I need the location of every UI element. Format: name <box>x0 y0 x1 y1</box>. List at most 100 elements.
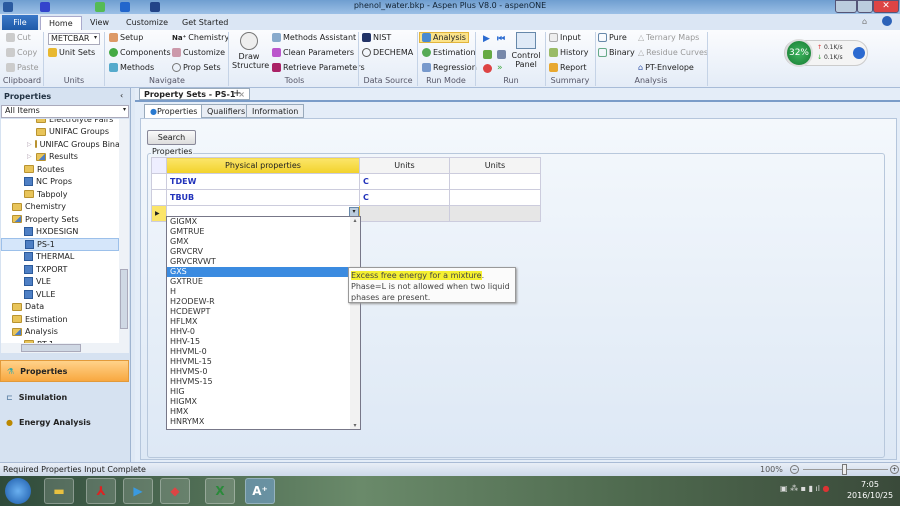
property-cell[interactable]: TBUB <box>166 189 360 206</box>
tree-item[interactable]: THERMAL <box>1 251 119 264</box>
check-status-icon[interactable] <box>483 50 492 59</box>
dropdown-option[interactable]: GMTRUE <box>167 227 360 237</box>
zoom-slider-thumb[interactable] <box>842 464 847 475</box>
tab-qualifiers[interactable]: Qualifiers <box>201 104 252 118</box>
units-cell[interactable]: C <box>359 173 450 190</box>
analysis-mode-button[interactable]: Analysis <box>419 32 469 43</box>
setup-button[interactable]: Setup <box>109 33 143 42</box>
save-icon[interactable] <box>40 2 50 12</box>
search-button[interactable]: Search <box>147 130 196 145</box>
dropdown-option[interactable]: HHVML-0 <box>167 347 360 357</box>
tree-item[interactable]: VLE <box>1 276 119 289</box>
tab-file[interactable]: File <box>2 15 38 30</box>
prop-sets-button[interactable]: Prop Sets <box>172 63 221 72</box>
dropdown-option[interactable]: HCDEWPT <box>167 307 360 317</box>
column-header-units[interactable]: Units <box>359 157 450 174</box>
next-icon[interactable] <box>150 2 160 12</box>
clock[interactable]: 7:05 2016/10/25 <box>842 479 898 501</box>
unit-sets-button[interactable]: Unit Sets <box>48 48 95 57</box>
edit-icon[interactable] <box>497 50 506 59</box>
dropdown-option[interactable]: GMX <box>167 237 360 247</box>
unit-set-select[interactable]: METCBAR ▾ <box>48 33 100 45</box>
dropdown-option[interactable]: HNRYMX <box>167 417 360 427</box>
residue-curves-button[interactable]: △ Residue Curves <box>638 48 708 57</box>
clean-parameters-button[interactable]: Clean Parameters <box>272 48 354 57</box>
add-icon[interactable] <box>853 47 865 59</box>
pdf-taskbar-icon[interactable]: ⅄ <box>86 478 116 504</box>
reconcile-icon[interactable]: » <box>497 63 503 73</box>
dropdown-option[interactable]: HIG <box>167 387 360 397</box>
start-button[interactable] <box>5 478 31 504</box>
tree-horizontal-scrollbar[interactable] <box>1 343 129 353</box>
tree-item[interactable]: ▷ Results <box>1 151 119 164</box>
tree-item[interactable]: HXDESIGN <box>1 226 119 239</box>
tree-item[interactable]: Property Sets <box>1 213 119 226</box>
run-button[interactable]: ▶ <box>483 34 490 44</box>
column-header-units-2[interactable]: Units <box>449 157 541 174</box>
dropdown-option[interactable]: HHVMS-0 <box>167 367 360 377</box>
tree-item[interactable]: Chemistry <box>1 201 119 214</box>
expander-icon[interactable]: ▷ <box>27 141 32 148</box>
aspen-taskbar-icon[interactable]: A⁺ <box>245 478 275 504</box>
dropdown-option[interactable]: HHVMS-15 <box>167 377 360 387</box>
dropdown-option[interactable]: H2ODEW-R <box>167 297 360 307</box>
filter-select[interactable]: All Items ▾ <box>1 105 129 118</box>
nist-button[interactable]: NIST <box>362 33 391 42</box>
collapse-pane-icon[interactable]: ‹ <box>120 91 123 100</box>
tab-home[interactable]: Home <box>40 16 82 30</box>
methods-button[interactable]: Methods <box>109 63 154 72</box>
dropdown-option[interactable]: HFLMX <box>167 317 360 327</box>
components-button[interactable]: Components <box>109 48 171 57</box>
explorer-taskbar-icon[interactable]: ▬ <box>44 478 74 504</box>
tray-icons[interactable]: ▣ ⁂ ▪ ▮ ıl ● <box>780 484 830 493</box>
dropdown-option[interactable]: GXS <box>167 267 360 277</box>
tree-vertical-scrollbar[interactable] <box>119 119 129 343</box>
excel-taskbar-icon[interactable]: X <box>205 478 235 504</box>
dropdown-option[interactable]: GXTRUE <box>167 277 360 287</box>
zoom-out-button[interactable]: − <box>790 465 799 474</box>
dropdown-option[interactable]: GRVCRVWT <box>167 257 360 267</box>
tree-item[interactable]: Tabpoly <box>1 188 119 201</box>
tab-information[interactable]: Information <box>246 104 305 118</box>
input-button[interactable]: Input <box>549 33 581 42</box>
nav-simulation[interactable]: ⊏ Simulation <box>0 386 129 408</box>
dropdown-option[interactable]: HHVML-15 <box>167 357 360 367</box>
tree-item[interactable]: Analysis <box>1 326 119 339</box>
table-row[interactable]: TBUB C <box>151 189 541 206</box>
estimation-mode-button[interactable]: Estimation <box>422 48 476 57</box>
dropdown-option[interactable]: GIGMX <box>167 217 360 227</box>
methods-assistant-button[interactable]: Methods Assistant <box>272 33 356 42</box>
paste-button[interactable]: Paste <box>6 63 39 72</box>
network-monitor-widget[interactable]: 32% ↑ 0.1K/s ↓ 0.1K/s <box>784 39 868 67</box>
step-button[interactable]: ⏮ <box>497 34 505 44</box>
close-button[interactable]: ✕ <box>873 0 899 13</box>
new-tab-button[interactable]: + <box>233 88 241 99</box>
table-row[interactable]: TDEW C <box>151 173 541 190</box>
tree-item[interactable]: Data <box>1 301 119 314</box>
app-taskbar-icon[interactable]: ◆ <box>160 478 190 504</box>
tab-view[interactable]: View <box>82 16 117 30</box>
dropdown-option[interactable]: HMX <box>167 407 360 417</box>
help-icon[interactable] <box>882 16 892 26</box>
tree-item[interactable]: PS-1 <box>1 238 119 251</box>
tree-item[interactable]: ▷ UNIFAC Groups Binary <box>1 138 119 151</box>
tree-item[interactable]: TXPORT <box>1 263 119 276</box>
units-cell-2[interactable] <box>449 189 541 206</box>
pure-button[interactable]: Pure <box>598 33 627 42</box>
dropdown-scrollbar[interactable]: ▴ ▾ <box>350 217 360 429</box>
dropdown-option[interactable]: HIGMX <box>167 397 360 407</box>
binary-button[interactable]: Binary <box>598 48 635 57</box>
dropdown-option[interactable]: GRVCRV <box>167 247 360 257</box>
reset-icon[interactable] <box>483 64 492 73</box>
column-header-physical-properties[interactable]: Physical properties <box>166 157 360 174</box>
customize-button[interactable]: Customize <box>172 48 225 57</box>
tab-customize[interactable]: Customize <box>118 16 176 30</box>
copy-button[interactable]: Copy <box>6 48 37 57</box>
property-dropdown-list[interactable]: GIGMX GMTRUE GMX GRVCRV GRVCRVWT GXS GXTRUE H H2… <box>166 216 361 430</box>
pt-envelope-button[interactable]: ⌂ PT-Envelope <box>638 63 694 72</box>
undo-icon[interactable] <box>95 2 105 12</box>
maximize-button[interactable] <box>857 0 873 13</box>
tree-item[interactable]: UNIFAC Groups <box>1 126 119 139</box>
dropdown-option[interactable]: H <box>167 287 360 297</box>
run-icon[interactable] <box>120 2 130 12</box>
